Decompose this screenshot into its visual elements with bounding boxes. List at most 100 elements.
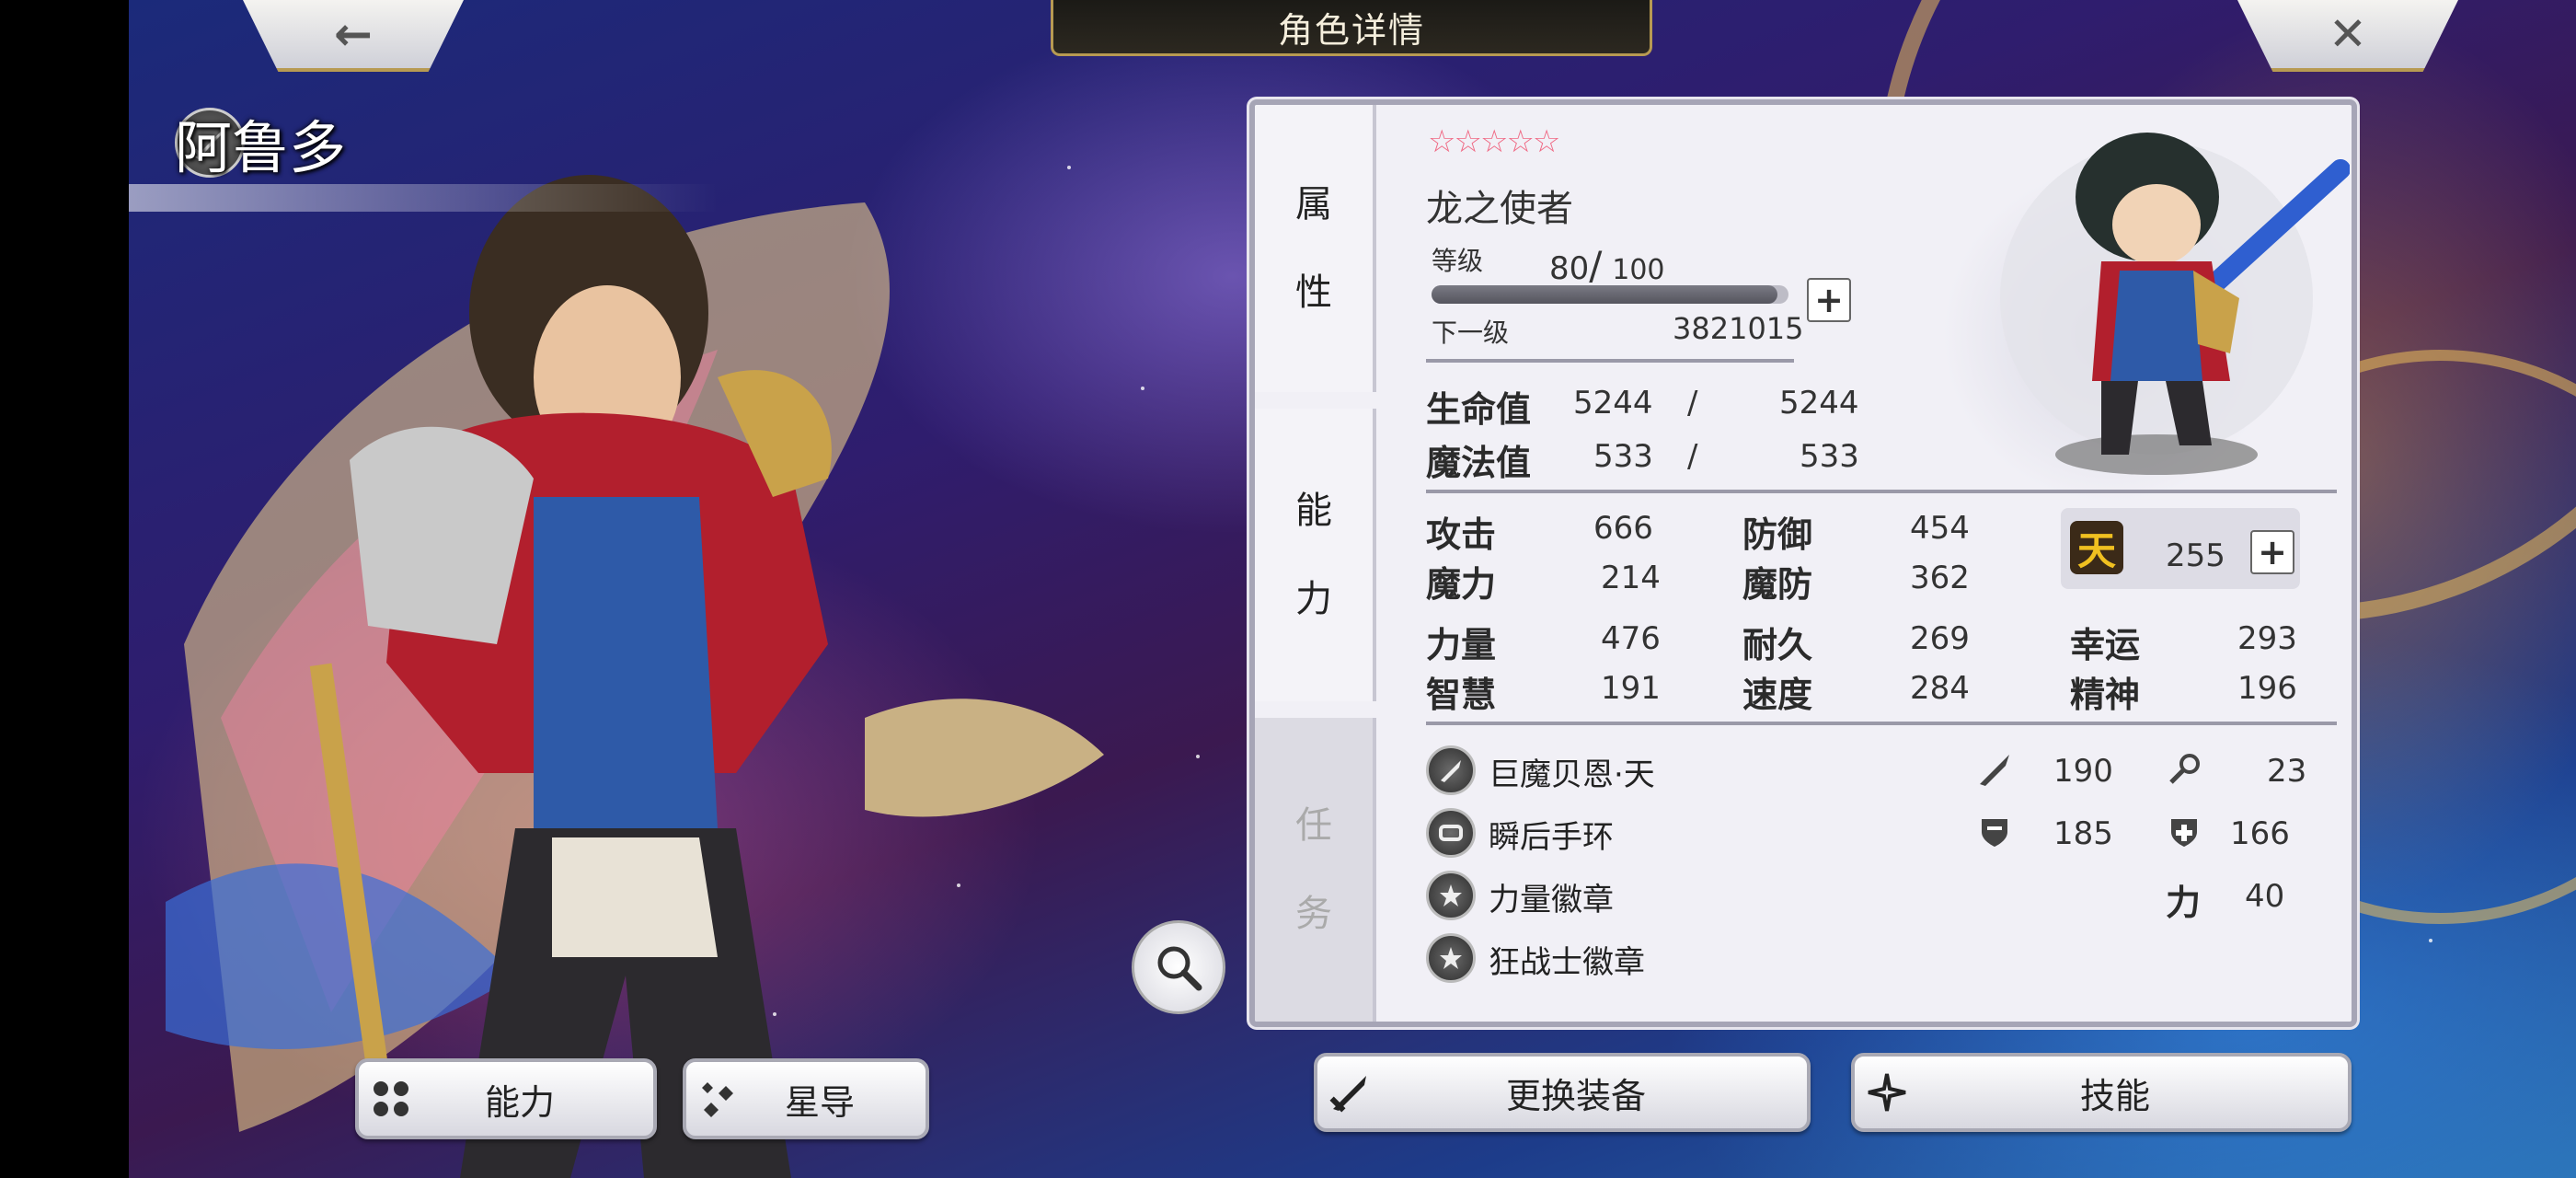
shield-icon: [1982, 819, 2007, 847]
skills-button[interactable]: 技能: [1851, 1053, 2352, 1132]
star-guide-button-label: 星导: [784, 1081, 855, 1123]
sword-icon: [1426, 745, 1476, 795]
star-badge-icon: [1426, 933, 1476, 983]
luck-value: 293: [2237, 620, 2297, 657]
zoom-button[interactable]: [1132, 920, 1225, 1014]
ability-button-label: 能力: [484, 1081, 555, 1123]
character-title: 龙之使者: [1426, 188, 1573, 230]
heaven-badge-text: 天: [2076, 527, 2116, 573]
equip-2-name[interactable]: 瞬后手环: [1489, 812, 1614, 857]
divider: [1426, 359, 1794, 363]
strength-value: 476: [1601, 620, 1661, 657]
exp-bar: [1432, 285, 1788, 304]
magnifier-icon: [1157, 946, 1202, 991]
equip-str-value: 40: [2245, 878, 2285, 915]
spirit-label: 精神: [2070, 675, 2141, 715]
level-value: 80/ 100: [1549, 243, 1665, 288]
tab-attributes-label-1: 属: [1295, 183, 1332, 225]
equip-def-value: 185: [2053, 815, 2113, 852]
strength-label: 力量: [1426, 625, 1497, 665]
mp-max: 533: [1800, 438, 1859, 475]
close-button[interactable]: ✕: [2237, 0, 2458, 72]
tab-ability[interactable]: 能 力: [1255, 409, 1376, 701]
luck-label: 幸运: [2070, 625, 2141, 665]
tab-ability-label-2: 力: [1295, 578, 1332, 620]
magic-def-value: 362: [1910, 560, 1970, 596]
next-level-label: 下一级: [1432, 318, 1510, 348]
hp-separator: /: [1687, 385, 1698, 422]
equip-4-name[interactable]: 狂战士徽章: [1489, 937, 1645, 982]
attack-icon: [1980, 755, 2009, 786]
star-guide-button[interactable]: 星导: [683, 1058, 929, 1139]
divider: [1426, 490, 2337, 493]
mp-separator: /: [1687, 438, 1698, 475]
hp-max: 5244: [1779, 385, 1859, 422]
ability-button[interactable]: 能力: [355, 1058, 657, 1139]
level-current: 80: [1549, 250, 1590, 287]
hp-label: 生命值: [1426, 389, 1532, 430]
character-chibi-portrait: [2000, 133, 2350, 475]
skills-label: 技能: [2079, 1075, 2150, 1116]
level-up-button[interactable]: +: [1807, 278, 1851, 322]
magic-label: 魔力: [1426, 564, 1497, 605]
name-underline: [129, 184, 718, 212]
star-badge-icon: [1426, 871, 1476, 920]
defense-label: 防御: [1742, 514, 1813, 555]
speed-label: 速度: [1742, 675, 1813, 715]
equip-atk-value: 190: [2053, 753, 2113, 790]
endurance-value: 269: [1910, 620, 1970, 657]
tab-attributes[interactable]: 属 性: [1255, 105, 1376, 392]
plus-icon: +: [2258, 532, 2287, 572]
sword-icon: [1317, 1070, 1382, 1114]
change-equipment-button[interactable]: 更换装备: [1314, 1053, 1811, 1132]
mp-label: 魔法值: [1426, 443, 1532, 483]
character-name: 阿鲁多: [175, 114, 347, 181]
divider: [1426, 722, 2337, 725]
wisdom-value: 191: [1601, 670, 1661, 707]
heaven-value: 255: [2166, 537, 2225, 574]
star-guide-icon: [686, 1079, 751, 1119]
bracelet-icon: [1426, 808, 1476, 858]
ability-grid-icon: [359, 1079, 423, 1119]
character-info-panel: 属 性 能 力 任 务 ☆☆☆☆☆ 龙之使者 等级 80/ 100 + 下一级 …: [1249, 99, 2357, 1027]
tab-ability-label-1: 能: [1295, 490, 1332, 532]
wisdom-label: 智慧: [1426, 675, 1497, 715]
change-equipment-label: 更换装备: [1505, 1075, 1646, 1116]
back-button[interactable]: ←: [243, 0, 464, 72]
exp-bar-fill: [1432, 285, 1778, 304]
character-illustration: [166, 175, 1104, 1178]
attack-label: 攻击: [1426, 514, 1497, 555]
mp-current: 533: [1593, 438, 1653, 475]
equip-3-name[interactable]: 力量徽章: [1489, 874, 1614, 919]
level-label: 等级: [1432, 246, 1484, 276]
magic-wand-icon: [2169, 754, 2200, 784]
endurance-label: 耐久: [1742, 625, 1813, 665]
tab-quest-label-2: 务: [1295, 893, 1332, 935]
equip-str-label: 力: [2166, 883, 2202, 923]
defense-value: 454: [1910, 510, 1970, 547]
level-max: 100: [1612, 254, 1665, 286]
equip-mdef-value: 166: [2230, 815, 2290, 852]
attack-value: 666: [1593, 510, 1653, 547]
plus-icon: +: [1814, 280, 1844, 320]
tab-attributes-label-2: 性: [1295, 271, 1332, 314]
rarity-stars: ☆☆☆☆☆: [1428, 123, 1560, 160]
magic-value: 214: [1601, 560, 1661, 596]
equip-1-name[interactable]: 巨魔贝恩·天: [1489, 749, 1655, 794]
back-arrow-icon: ←: [334, 7, 373, 61]
hp-current: 5244: [1573, 385, 1653, 422]
magic-def-label: 魔防: [1742, 564, 1813, 605]
tab-quest[interactable]: 任 务: [1255, 718, 1376, 1022]
spirit-value: 196: [2237, 670, 2297, 707]
tab-quest-label-1: 任: [1295, 804, 1332, 847]
page-title: 角色详情: [1277, 9, 1425, 51]
title-plate: 角色详情: [1051, 0, 1652, 56]
speed-value: 284: [1910, 670, 1970, 707]
character-name-bar: 阿鲁多: [175, 101, 346, 184]
next-level-exp: 3821015: [1673, 311, 1804, 346]
heaven-add-button[interactable]: +: [2250, 530, 2294, 574]
sparkle-icon: [1855, 1070, 1919, 1114]
magic-shield-icon: [2171, 819, 2197, 847]
heaven-badge-icon: 天: [2070, 521, 2123, 574]
close-icon: ✕: [2329, 7, 2367, 61]
